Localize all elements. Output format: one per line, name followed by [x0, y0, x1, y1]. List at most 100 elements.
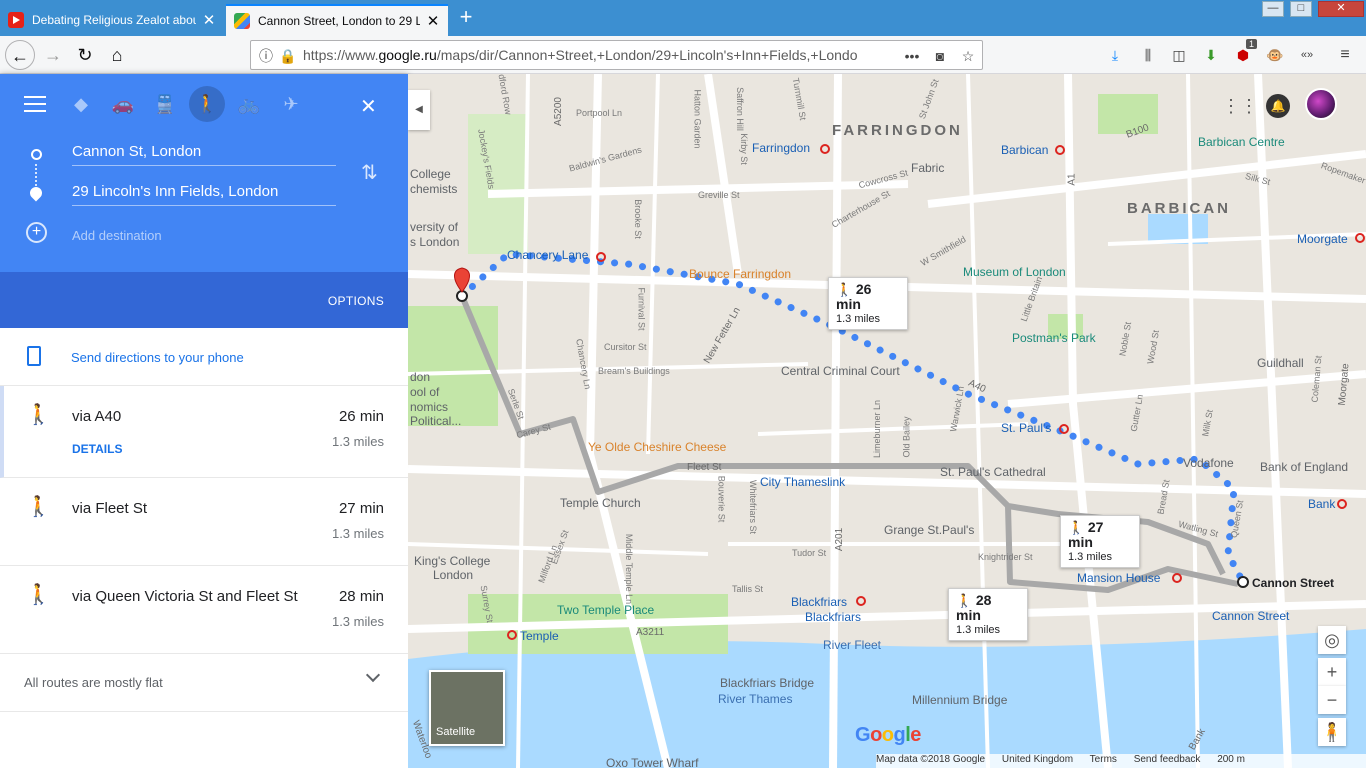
car-icon[interactable]: 🚗: [105, 86, 141, 122]
hamburger-menu-icon[interactable]: [24, 96, 46, 112]
label-moorgate-station[interactable]: Moorgate: [1297, 232, 1348, 246]
forward-button[interactable]: →: [38, 40, 68, 70]
sidebar-icon[interactable]: ◫: [1168, 44, 1190, 66]
label-kings-college[interactable]: King's College: [414, 554, 490, 568]
apps-grid-icon[interactable]: ⋮⋮: [1222, 94, 1258, 118]
reload-button[interactable]: ↻: [70, 40, 100, 70]
label-farringdon-station[interactable]: Farringdon: [752, 141, 810, 155]
library-icon[interactable]: ⫼: [1137, 44, 1159, 66]
label-cannon-street[interactable]: Cannon Street: [1252, 576, 1334, 590]
walking-icon[interactable]: 🚶: [189, 86, 225, 122]
label-postmans-park[interactable]: Postman's Park: [1012, 331, 1096, 345]
origin-input[interactable]: Cannon St, London: [72, 140, 336, 166]
send-to-phone-row[interactable]: Send directions to your phone: [0, 328, 408, 386]
zoom-in-button[interactable]: +: [1318, 658, 1346, 686]
swap-waypoints-icon[interactable]: ⇅: [361, 160, 378, 185]
add-destination-icon[interactable]: +: [26, 222, 47, 243]
collapse-panel-button[interactable]: ◀: [408, 90, 430, 130]
bookmark-star-icon[interactable]: ☆: [957, 45, 979, 67]
label-st-pauls-cathedral[interactable]: St. Paul's Cathedral: [940, 465, 1046, 479]
label-grange-st-pauls[interactable]: Grange St.Paul's: [884, 523, 974, 537]
label-bank-station[interactable]: Bank: [1308, 497, 1335, 511]
region-link[interactable]: United Kingdom: [1002, 754, 1073, 765]
close-tab-icon[interactable]: ✕: [426, 12, 440, 30]
route-badge-27[interactable]: 🚶 27 min 1.3 miles: [1060, 515, 1140, 568]
route-option-3[interactable]: 🚶 via Queen Victoria St and Fleet St 28 …: [0, 566, 408, 654]
label-blackfriars-1[interactable]: Blackfriars: [791, 595, 847, 609]
label-city-thameslink[interactable]: City Thameslink: [760, 475, 845, 489]
page-actions-icon[interactable]: •••: [901, 45, 923, 67]
label-cannon-street-station[interactable]: Cannon Street: [1212, 609, 1289, 623]
label-vodafone[interactable]: Vodafone: [1183, 456, 1234, 470]
pegman-icon[interactable]: 🧍: [1318, 718, 1346, 746]
label-barbican-station[interactable]: Barbican: [1001, 143, 1048, 157]
url-text[interactable]: https://www.google.ru/maps/dir/Cannon+St…: [303, 47, 873, 63]
label-central-criminal-court[interactable]: Central Criminal Court: [781, 364, 900, 378]
route-badge-28[interactable]: 🚶 28 min 1.3 miles: [948, 588, 1028, 641]
download-icon[interactable]: ⤓: [1104, 44, 1126, 66]
tab-google-maps[interactable]: Cannon Street, London to 29 Li ✕: [226, 4, 448, 36]
label-mansion-house[interactable]: Mansion House: [1077, 571, 1160, 585]
send-feedback-link[interactable]: Send feedback: [1134, 754, 1201, 765]
info-icon[interactable]: ⓘ: [255, 45, 277, 67]
notifications-icon[interactable]: 🔔: [1266, 94, 1290, 118]
label-museum-of-london[interactable]: Museum of London: [963, 265, 1066, 279]
label-temple-church[interactable]: Temple Church: [560, 496, 641, 510]
route-option-2[interactable]: 🚶 via Fleet St 27 min 1.3 miles: [0, 478, 408, 566]
lock-icon: 🔒: [279, 48, 297, 64]
terrain-note: All routes are mostly flat: [24, 675, 163, 690]
close-window-button[interactable]: ✕: [1318, 1, 1364, 17]
label-fabric[interactable]: Fabric: [911, 161, 944, 175]
monkey-addon-icon[interactable]: 🐵: [1264, 44, 1286, 66]
quotes-addon-icon[interactable]: «»: [1296, 44, 1318, 66]
terrain-note-row[interactable]: All routes are mostly flat: [0, 654, 408, 712]
maximize-button[interactable]: □: [1290, 1, 1312, 17]
url-bar[interactable]: ⓘ 🔒 https://www.google.ru/maps/dir/Canno…: [250, 40, 983, 70]
street-breams-buildings: Bream's Buildings: [598, 366, 670, 376]
menu-icon[interactable]: ≡: [1334, 44, 1356, 66]
terms-link[interactable]: Terms: [1090, 754, 1117, 765]
back-button[interactable]: ←: [5, 40, 35, 70]
options-button[interactable]: OPTIONS: [328, 294, 384, 308]
minimize-button[interactable]: —: [1262, 1, 1284, 17]
map-canvas[interactable]: FARRINGDON BARBICAN Farringdon Barbican …: [408, 74, 1366, 768]
plane-icon[interactable]: ✈: [273, 86, 309, 122]
walking-icon: 🚶: [26, 404, 51, 426]
label-temple-station[interactable]: Temple: [520, 629, 559, 643]
label-oxo-tower[interactable]: Oxo Tower Wharf: [606, 756, 698, 768]
label-guildhall[interactable]: Guildhall: [1257, 356, 1304, 370]
new-tab-button[interactable]: +: [452, 4, 480, 32]
avatar[interactable]: [1305, 88, 1337, 120]
best-route-icon[interactable]: ◆: [63, 86, 99, 122]
label-two-temple-place[interactable]: Two Temple Place: [557, 603, 654, 617]
train-icon[interactable]: 🚆: [147, 86, 183, 122]
bicycle-icon[interactable]: 🚲: [231, 86, 267, 122]
satellite-toggle[interactable]: Satellite: [429, 670, 505, 746]
label-st-pauls-station[interactable]: St. Paul's: [1001, 421, 1051, 435]
tab-title: Debating Religious Zealot abou: [32, 13, 196, 27]
label-blackfriars-2[interactable]: Blackfriars: [805, 610, 861, 624]
scale-bar[interactable]: 200 m: [1217, 754, 1245, 765]
addon-download-icon[interactable]: ⬇: [1200, 44, 1222, 66]
label-blackfriars-bridge: Blackfriars Bridge: [720, 676, 815, 690]
route-option-1[interactable]: 🚶 via A40 26 min 1.3 miles DETAILS: [0, 386, 408, 478]
home-button[interactable]: ⌂: [102, 40, 132, 70]
label-chancery-lane[interactable]: Chancery Lane: [507, 248, 588, 262]
route-badge-26[interactable]: 🚶 26 min 1.3 miles: [828, 277, 908, 330]
my-location-button[interactable]: ◎: [1318, 626, 1346, 654]
chevron-down-icon[interactable]: [365, 667, 381, 683]
close-directions-icon[interactable]: ✕: [360, 94, 377, 119]
destination-input[interactable]: 29 Lincoln's Inn Fields, London: [72, 180, 336, 206]
pocket-icon[interactable]: ◙: [929, 45, 951, 67]
route-details-link[interactable]: DETAILS: [72, 442, 122, 456]
label-ye-olde-cheshire[interactable]: Ye Olde Cheshire Cheese: [588, 440, 726, 454]
street-tallis-st: Tallis St: [732, 584, 764, 594]
label-bank-of-england[interactable]: Bank of England: [1260, 460, 1348, 474]
add-destination-input[interactable]: Add destination: [72, 228, 162, 243]
close-tab-icon[interactable]: ✕: [202, 11, 216, 29]
tab-youtube[interactable]: Debating Religious Zealot abou ✕: [0, 4, 224, 36]
label-barbican-centre[interactable]: Barbican Centre: [1198, 135, 1285, 149]
send-to-phone-link[interactable]: Send directions to your phone: [71, 350, 244, 365]
zoom-out-button[interactable]: −: [1318, 686, 1346, 714]
label-bounce-farringdon[interactable]: Bounce Farringdon: [689, 267, 791, 281]
